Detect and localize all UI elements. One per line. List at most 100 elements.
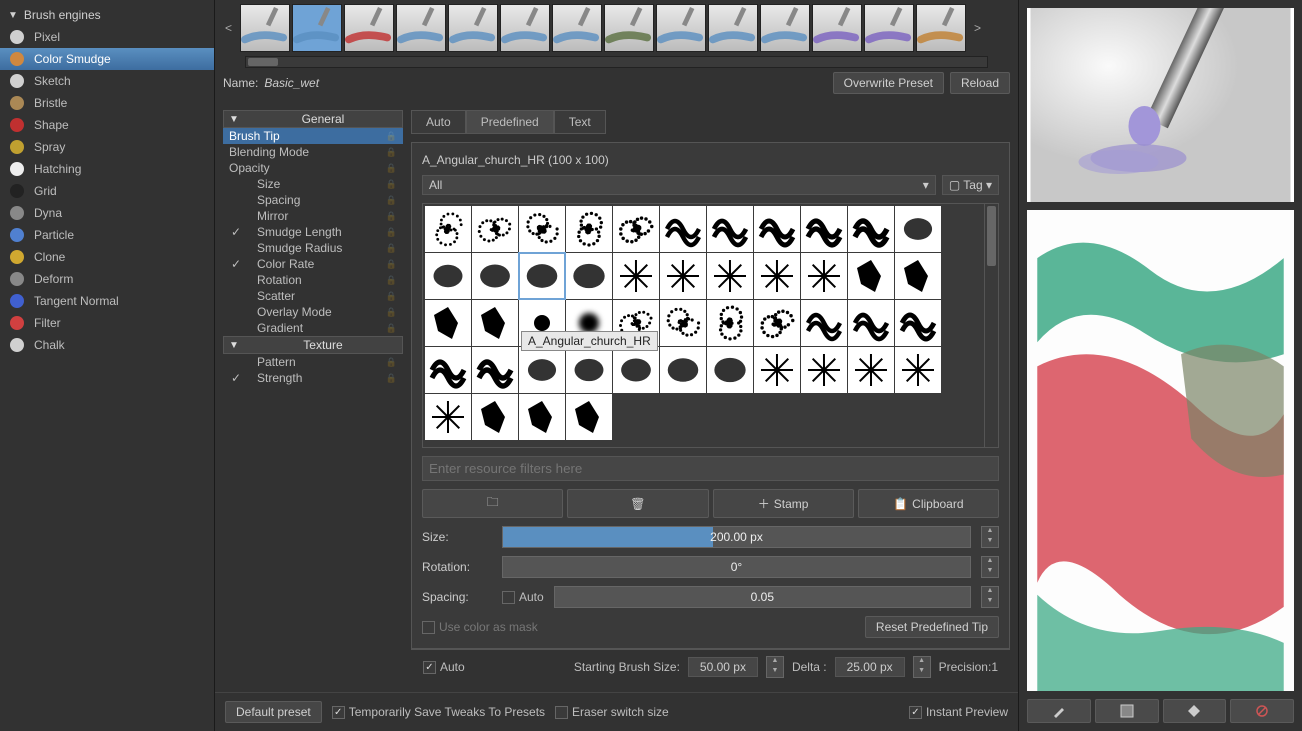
engine-item-tangent-normal[interactable]: Tangent Normal (0, 290, 214, 312)
tip-cell[interactable] (472, 347, 518, 393)
tree-item-brush-tip[interactable]: Brush Tip🔒 (223, 128, 403, 144)
tip-cell[interactable] (707, 300, 753, 346)
tab-predefined[interactable]: Predefined (466, 110, 554, 134)
carousel-next[interactable]: > (970, 21, 985, 35)
spacing-slider[interactable]: 0.05 (554, 586, 971, 608)
spacing-spinner[interactable]: ▲▼ (981, 586, 999, 608)
tip-cell[interactable] (754, 300, 800, 346)
starting-size-input[interactable]: 50.00 px (688, 657, 758, 677)
carousel-prev[interactable]: < (221, 21, 236, 35)
engine-item-color-smudge[interactable]: Color Smudge (0, 48, 214, 70)
tree-item-scatter[interactable]: Scatter🔒 (223, 288, 403, 304)
tree-item-strength[interactable]: ✓Strength🔒 (223, 370, 403, 386)
tip-cell[interactable] (754, 253, 800, 299)
tip-cell[interactable] (848, 347, 894, 393)
tip-cell[interactable] (754, 206, 800, 252)
tip-cell[interactable] (613, 347, 659, 393)
tree-item-overlay-mode[interactable]: Overlay Mode🔒 (223, 304, 403, 320)
tree-item-smudge-radius[interactable]: Smudge Radius🔒 (223, 240, 403, 256)
size-spinner[interactable]: ▲▼ (981, 526, 999, 548)
default-preset-button[interactable]: Default preset (225, 701, 322, 723)
overwrite-preset-button[interactable]: Overwrite Preset (833, 72, 944, 94)
engine-item-deform[interactable]: Deform (0, 268, 214, 290)
engine-item-hatching[interactable]: Hatching (0, 158, 214, 180)
tip-cell[interactable] (801, 300, 847, 346)
scratchpad-fill-button[interactable] (1163, 699, 1227, 723)
tip-cell[interactable] (425, 300, 471, 346)
stamp-button[interactable]: ＋ Stamp (713, 489, 854, 518)
engine-item-shape[interactable]: Shape (0, 114, 214, 136)
tag-button[interactable]: ▢ Tag ▾ (942, 175, 999, 195)
tab-auto[interactable]: Auto (411, 110, 466, 134)
tip-cell[interactable] (848, 300, 894, 346)
scratchpad-canvas[interactable] (1027, 210, 1294, 691)
tip-cell[interactable] (425, 253, 471, 299)
eraser-switch-checkbox[interactable]: Eraser switch size (555, 705, 669, 719)
tip-cell[interactable] (472, 206, 518, 252)
tip-cell[interactable] (848, 206, 894, 252)
tip-cell[interactable] (425, 206, 471, 252)
tip-cell[interactable] (613, 253, 659, 299)
tip-cell[interactable] (895, 300, 941, 346)
tip-grid-scrollbar[interactable] (984, 204, 998, 447)
engine-item-particle[interactable]: Particle (0, 224, 214, 246)
preset-thumb[interactable] (760, 4, 810, 52)
tip-cell[interactable] (519, 206, 565, 252)
tip-filter-select[interactable]: All ▾ (422, 175, 936, 195)
tree-item-pattern[interactable]: Pattern🔒 (223, 354, 403, 370)
tip-cell[interactable] (660, 206, 706, 252)
tip-cell[interactable] (895, 253, 941, 299)
tab-text[interactable]: Text (554, 110, 606, 134)
scratchpad-clear-button[interactable] (1230, 699, 1294, 723)
precision-auto-checkbox[interactable]: Auto (423, 660, 465, 674)
preset-thumb[interactable] (240, 4, 290, 52)
preset-thumb[interactable] (396, 4, 446, 52)
tree-item-color-rate[interactable]: ✓Color Rate🔒 (223, 256, 403, 272)
tree-item-opacity[interactable]: Opacity🔒 (223, 160, 403, 176)
engine-item-dyna[interactable]: Dyna (0, 202, 214, 224)
tip-filter-input[interactable] (422, 456, 999, 481)
tip-cell[interactable] (895, 347, 941, 393)
tree-item-size[interactable]: Size🔒 (223, 176, 403, 192)
tip-cell[interactable] (566, 394, 612, 440)
preset-thumb[interactable] (292, 4, 342, 52)
temp-save-checkbox[interactable]: Temporarily Save Tweaks To Presets (332, 705, 545, 719)
reset-predefined-tip-button[interactable]: Reset Predefined Tip (865, 616, 999, 638)
preset-thumb[interactable] (500, 4, 550, 52)
engine-item-pixel[interactable]: Pixel (0, 26, 214, 48)
tree-item-smudge-length[interactable]: ✓Smudge Length🔒 (223, 224, 403, 240)
preset-thumb[interactable] (448, 4, 498, 52)
starting-size-spinner[interactable]: ▲▼ (766, 656, 784, 678)
instant-preview-checkbox[interactable]: Instant Preview (909, 705, 1008, 719)
tip-grid[interactable]: A_Angular_church_HR (422, 203, 999, 448)
preset-thumb[interactable] (344, 4, 394, 52)
delete-tip-button[interactable]: 🗑 (567, 489, 708, 518)
rotation-spinner[interactable]: ▲▼ (981, 556, 999, 578)
engine-item-grid[interactable]: Grid (0, 180, 214, 202)
preset-thumb[interactable] (864, 4, 914, 52)
engine-item-clone[interactable]: Clone (0, 246, 214, 268)
engine-item-sketch[interactable]: Sketch (0, 70, 214, 92)
tip-cell[interactable] (848, 253, 894, 299)
engine-item-chalk[interactable]: Chalk (0, 334, 214, 356)
import-tip-button[interactable]: 🗀 (422, 489, 563, 518)
tree-item-gradient[interactable]: Gradient🔒 (223, 320, 403, 336)
preset-thumb[interactable] (552, 4, 602, 52)
preset-thumb[interactable] (812, 4, 862, 52)
tip-cell[interactable] (472, 253, 518, 299)
engine-item-filter[interactable]: Filter (0, 312, 214, 334)
tip-cell[interactable] (895, 206, 941, 252)
scratchpad-brush-button[interactable] (1027, 699, 1091, 723)
engine-item-spray[interactable]: Spray (0, 136, 214, 158)
tip-cell[interactable] (801, 253, 847, 299)
tip-cell[interactable] (566, 253, 612, 299)
tip-cell[interactable] (707, 253, 753, 299)
tree-item-spacing[interactable]: Spacing🔒 (223, 192, 403, 208)
size-slider[interactable]: 200.00 px (502, 526, 971, 548)
tip-cell[interactable] (707, 206, 753, 252)
tip-cell[interactable] (801, 206, 847, 252)
tip-cell[interactable] (660, 253, 706, 299)
tip-cell[interactable] (707, 347, 753, 393)
spacing-auto-checkbox[interactable]: Auto (502, 590, 544, 604)
tree-section-header[interactable]: ▼Texture (223, 336, 403, 354)
